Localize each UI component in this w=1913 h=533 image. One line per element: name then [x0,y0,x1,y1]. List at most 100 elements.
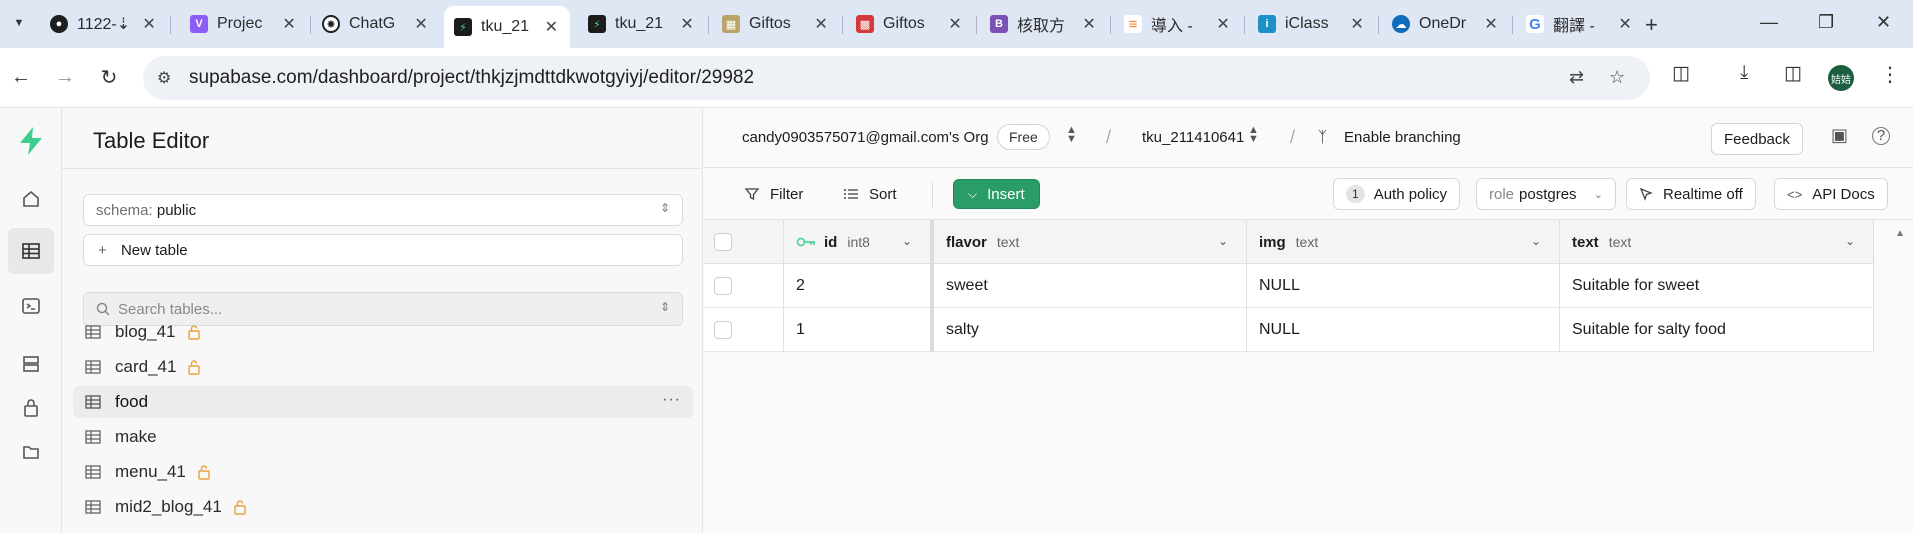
close-tab-icon[interactable]: ✕ [1214,14,1232,34]
close-tab-icon[interactable]: ✕ [412,14,430,34]
close-tab-icon[interactable]: ✕ [1348,14,1366,34]
sort-button[interactable]: Sort [843,180,897,208]
supabase-logo-icon[interactable] [8,118,54,164]
browser-tab[interactable]: ✸ ChatG ✕ [312,6,440,42]
cell-flavor[interactable]: sweet [934,264,1247,308]
select-all-checkbox[interactable] [714,233,732,251]
browser-menu-icon[interactable]: ⋮ [1880,62,1900,87]
api-docs-button[interactable]: <> API Docs [1774,178,1888,210]
cell-img[interactable]: NULL [1247,308,1560,352]
browser-tab[interactable]: ⚡ tku_21 ✕ [578,6,706,42]
download-icon[interactable]: ⤓ [1740,62,1748,84]
auth-icon[interactable] [8,385,54,431]
filter-button[interactable]: Filter [744,180,803,208]
chevron-updown-icon[interactable]: ▲ ▼ [1248,125,1259,145]
help-icon[interactable]: ? [1872,127,1890,145]
cell-img[interactable]: NULL [1247,264,1560,308]
close-tab-icon[interactable]: ✕ [946,14,964,34]
browser-tab-active[interactable]: ⚡ tku_21 ✕ [444,6,570,48]
url-input[interactable]: ⚙ supabase.com/dashboard/project/thkjzjm… [143,56,1650,100]
table-item-card-41[interactable]: card_41 [73,351,693,383]
cell-id[interactable]: 2 [784,264,934,308]
browser-tab[interactable]: V Projec ✕ [180,6,308,42]
extensions-icon[interactable]: ◫ [1672,62,1690,85]
column-header-id[interactable]: id int8 ⌄ [784,220,934,264]
realtime-toggle-button[interactable]: Realtime off [1626,178,1756,210]
row-checkbox[interactable] [714,277,732,295]
schema-selector[interactable]: schema: public ⇕ [83,194,683,226]
database-icon[interactable] [8,341,54,387]
minimize-icon[interactable]: — [1760,12,1778,33]
org-name[interactable]: candy0903575071@gmail.com's Org [742,129,989,146]
chevron-updown-icon[interactable]: ▲ ▼ [1066,125,1077,145]
close-tab-icon[interactable]: ✕ [280,14,298,34]
close-tab-icon[interactable]: ✕ [678,14,696,34]
new-tab-button[interactable]: + [1645,12,1658,38]
home-icon[interactable] [8,176,54,222]
profile-avatar[interactable]: 姞姞 [1828,65,1854,91]
browser-tab[interactable]: i iClass ✕ [1248,6,1376,42]
vite-icon: V [190,15,208,33]
filter-icon [744,186,760,202]
sql-editor-icon[interactable] [8,283,54,329]
feedback-button[interactable]: Feedback [1711,123,1803,155]
auth-policy-button[interactable]: 1 Auth policy [1333,178,1461,210]
github-icon: ● [50,15,68,33]
cell-id[interactable]: 1 [784,308,934,352]
chevron-down-icon[interactable]: ⌄ [1845,234,1855,248]
browser-tab[interactable]: ▩ Giftos ✕ [846,6,974,42]
supabase-icon: ⚡ [454,18,472,36]
table-item-mid2-blog-41[interactable]: mid2_blog_41 [73,491,693,523]
close-tab-icon[interactable]: ✕ [543,17,560,37]
reload-icon[interactable]: ↻ [94,62,124,92]
chevron-down-icon[interactable]: ⌄ [1218,234,1228,248]
new-table-button[interactable]: + New table [83,234,683,266]
browser-tab[interactable]: ▦ Giftos ✕ [712,6,840,42]
chevron-updown-icon[interactable]: ⇕ [660,300,670,314]
close-tab-icon[interactable]: ✕ [1080,14,1098,34]
browser-tab[interactable]: ≡ 導入 - ✕ [1114,6,1242,42]
column-header-text[interactable]: text text ⌄ [1560,220,1874,264]
close-tab-icon[interactable]: ✕ [812,14,830,34]
browser-tab[interactable]: B 核取方 ✕ [980,6,1108,42]
sidepanel-icon[interactable]: ◫ [1784,62,1802,85]
grid-header-row: id int8 ⌄ flavor text ⌄ img text ⌄ text … [704,220,1874,264]
table-item-menu-41[interactable]: menu_41 [73,456,693,488]
table-row[interactable]: 2 sweet NULL Suitable for sweet [704,264,1874,308]
site-settings-icon[interactable]: ⚙ [157,68,171,88]
forward-icon[interactable]: → [50,62,80,92]
close-window-icon[interactable]: ✕ [1876,12,1891,33]
column-header-img[interactable]: img text ⌄ [1247,220,1560,264]
scroll-up-icon[interactable]: ▲ [1895,228,1905,239]
row-checkbox[interactable] [714,321,732,339]
close-tab-icon[interactable]: ✕ [1482,14,1500,34]
translate-icon[interactable]: ⇄ [1569,67,1584,88]
storage-icon[interactable] [8,429,54,475]
insert-button[interactable]: ⌵ Insert [953,179,1040,209]
restore-icon[interactable]: ❐ [1818,12,1834,33]
table-item-make[interactable]: make [73,421,693,453]
table-item-food[interactable]: food ··· [73,386,693,418]
more-options-icon[interactable]: ··· [662,391,681,409]
chevron-down-icon[interactable]: ⌄ [1531,234,1541,248]
close-tab-icon[interactable]: ✕ [140,14,158,34]
role-selector[interactable]: role postgres ⌄ [1476,178,1616,210]
table-editor-icon[interactable] [8,228,54,274]
cell-flavor[interactable]: salty [934,308,1247,352]
close-tab-icon[interactable]: ✕ [1616,14,1634,34]
column-header-flavor[interactable]: flavor text ⌄ [934,220,1247,264]
tab-search-menu-icon[interactable]: ▼ [8,12,30,34]
cell-text[interactable]: Suitable for sweet [1560,264,1874,308]
cell-text[interactable]: Suitable for salty food [1560,308,1874,352]
chevron-down-icon[interactable]: ⌄ [902,234,912,248]
browser-tab[interactable]: ☁ OneDr ✕ [1382,6,1510,42]
table-row[interactable]: 1 salty NULL Suitable for salty food [704,308,1874,352]
bookmark-star-icon[interactable]: ☆ [1609,67,1625,88]
browser-tab[interactable]: G 翻譯 - ✕ [1516,6,1644,42]
inbox-icon[interactable]: ▣ [1831,125,1848,146]
table-item-blog-41[interactable]: blog_41 [73,316,693,348]
project-name[interactable]: tku_211410641 [1142,129,1244,146]
enable-branching-button[interactable]: Enable branching [1344,129,1461,146]
browser-tab[interactable]: ● 1122-⇣ ✕ [40,6,168,42]
back-icon[interactable]: ← [6,62,36,92]
